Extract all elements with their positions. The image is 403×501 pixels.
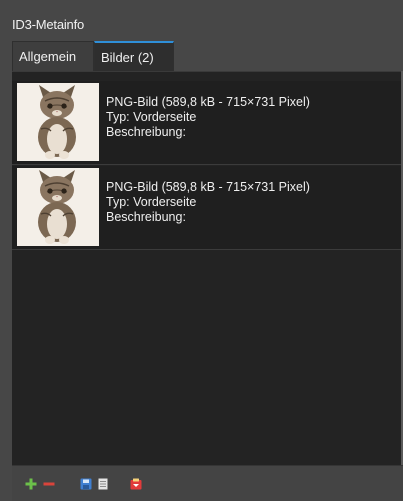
copy-icon[interactable]: [97, 478, 109, 490]
remove-icon[interactable]: [43, 478, 55, 490]
image-info: PNG-Bild (589,8 kB - 715×731 Pixel): [106, 95, 310, 109]
image-toolbar: [12, 465, 403, 501]
panel-title: ID3-Metainfo: [12, 17, 85, 32]
tab-bilder[interactable]: Bilder (2): [94, 41, 174, 71]
cover-thumbnail: [17, 83, 99, 161]
image-list-item[interactable]: PNG-Bild (589,8 kB - 715×731 Pixel) Typ:…: [12, 166, 403, 250]
cover-thumbnail: [17, 168, 99, 246]
image-type: Typ: Vorderseite: [106, 110, 197, 124]
tab-allgemein[interactable]: Allgemein: [12, 41, 94, 71]
tab-bar: Allgemein Bilder (2): [12, 41, 174, 71]
save-icon[interactable]: [80, 478, 92, 490]
add-icon[interactable]: [25, 478, 37, 490]
image-list-item[interactable]: PNG-Bild (589,8 kB - 715×731 Pixel) Typ:…: [12, 81, 403, 165]
image-info: PNG-Bild (589,8 kB - 715×731 Pixel): [106, 180, 310, 194]
id3-metainfo-panel: ID3-Metainfo Allgemein Bilder (2) PNG-Bi…: [0, 0, 403, 501]
image-type: Typ: Vorderseite: [106, 195, 197, 209]
image-description: Beschreibung:: [106, 125, 186, 139]
paste-icon[interactable]: [130, 478, 142, 490]
image-list[interactable]: PNG-Bild (589,8 kB - 715×731 Pixel) Typ:…: [12, 71, 403, 465]
image-description: Beschreibung:: [106, 210, 186, 224]
